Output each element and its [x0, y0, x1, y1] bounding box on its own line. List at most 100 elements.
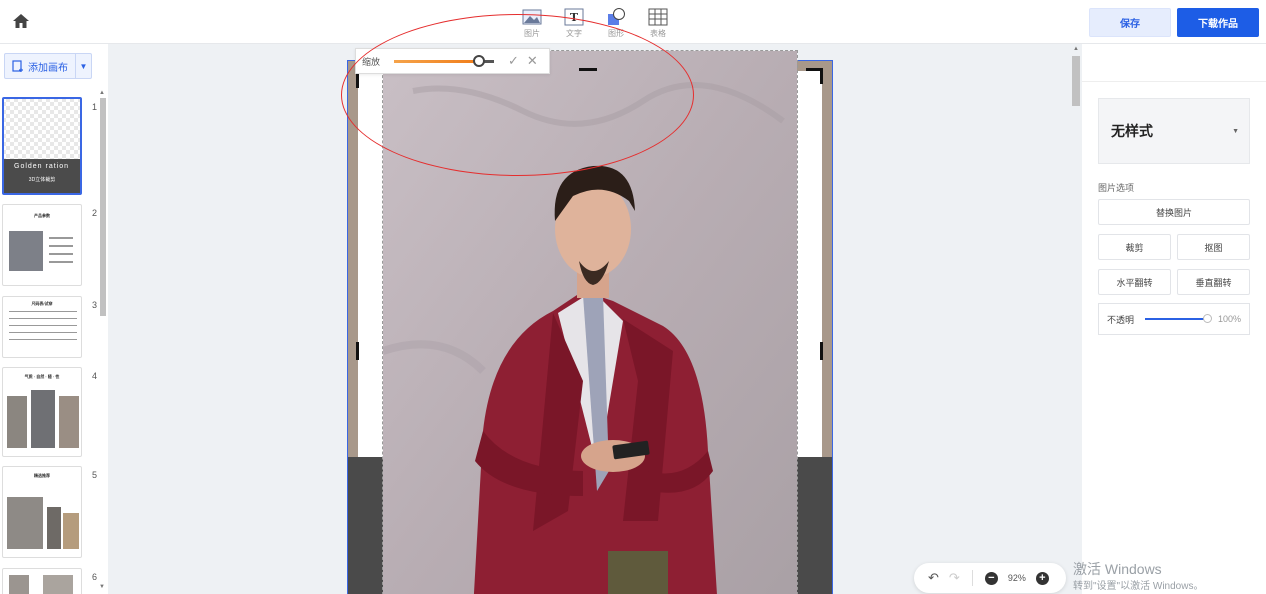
opacity-slider-fill [1145, 318, 1207, 320]
windows-activation-hint: 转到"设置"以激活 Windows。 [1073, 581, 1204, 592]
tool-shape[interactable]: 图形 [602, 8, 630, 39]
thumb-2-image [9, 231, 43, 271]
zoom-popup: 缩放 ✓ ✕ [355, 48, 550, 74]
scroll-up-icon[interactable]: ▲ [1073, 46, 1079, 52]
undo-icon[interactable]: ↶ [928, 570, 939, 586]
scrollbar-thumb[interactable] [100, 98, 106, 316]
thumb-4-image [31, 390, 55, 448]
caret-down-icon: ▼ [1232, 127, 1239, 135]
style-name: 无样式 [1111, 123, 1153, 139]
image-icon [522, 9, 542, 25]
page-num-5: 5 [92, 470, 98, 480]
confirm-icon[interactable]: ✓ [508, 53, 519, 69]
thumb-4-title: 气质 · 自然 · 随 · 性 [24, 374, 60, 379]
resize-handle-top-right[interactable] [820, 68, 823, 84]
thumb-1-subtitle: 3D立体裁剪 [28, 177, 56, 183]
thumb-5-title: 精选推荐 [34, 473, 50, 478]
page-thumb-3[interactable]: 尺码表/试穿 [2, 296, 82, 358]
zoom-slider-knob[interactable] [473, 55, 485, 67]
insert-tools: 图片 T 文字 图形 表格 [518, 8, 672, 39]
thumb-4-image [59, 396, 79, 448]
shape-icon [608, 8, 625, 25]
divider [971, 570, 973, 586]
thumb-5-image [7, 497, 43, 549]
add-canvas-button[interactable]: 添加画布 [5, 54, 75, 78]
page-num-2: 2 [92, 208, 98, 218]
thumb-2-line [49, 253, 73, 255]
opacity-slider[interactable] [1145, 314, 1212, 324]
caret-down-icon: ▼ [79, 61, 88, 71]
resize-handle-right[interactable] [820, 342, 823, 360]
zoom-slider-fill [394, 60, 479, 63]
thumb-2-line [49, 245, 73, 247]
home-icon [13, 14, 29, 28]
page-thumb-1[interactable]: Golden ration 3D立体裁剪 [2, 97, 82, 195]
photo-man-in-red-blazer [383, 51, 797, 594]
scrollbar-thumb[interactable] [1072, 56, 1080, 106]
tool-text-label: 文字 [566, 29, 582, 38]
flip-vertical-button[interactable]: 垂直翻转 [1177, 269, 1250, 295]
text-icon: T [564, 8, 584, 26]
history-zoom-bar: ↶ ↷ − 92% + [914, 563, 1066, 593]
style-selector[interactable]: 无样式 ▼ [1098, 98, 1250, 164]
properties-header [1082, 44, 1266, 82]
image-options-title: 图片选项 [1098, 183, 1135, 193]
add-canvas-label: 添加画布 [28, 62, 68, 74]
opacity-slider-knob[interactable] [1203, 314, 1212, 323]
thumb-6-image [9, 575, 29, 594]
page-thumb-5[interactable]: 精选推荐 [2, 466, 82, 558]
thumb-6-image [43, 575, 73, 594]
page-thumb-4[interactable]: 气质 · 自然 · 随 · 性 [2, 367, 82, 457]
opacity-control: 不透明 100% [1098, 303, 1250, 335]
add-canvas-control: 添加画布 ▼ [4, 53, 92, 79]
tool-shape-label: 图形 [608, 29, 624, 38]
scroll-up-icon[interactable]: ▲ [99, 90, 105, 96]
thumb-2-title: 产品参数 [34, 213, 50, 218]
resize-handle-left[interactable] [356, 342, 359, 360]
tool-image[interactable]: 图片 [518, 8, 546, 39]
home-button[interactable] [10, 10, 32, 32]
table-icon [648, 8, 668, 26]
zoom-in-icon[interactable]: + [1035, 571, 1049, 585]
zoom-level: 92% [1007, 573, 1026, 583]
tool-table-label: 表格 [650, 29, 666, 38]
replace-image-button[interactable]: 替换图片 [1098, 199, 1250, 225]
thumb-3-title: 尺码表/试穿 [31, 301, 53, 306]
properties-panel: 无样式 ▼ 图片选项 替换图片 裁剪 抠图 水平翻转 垂直翻转 不透明 100% [1082, 44, 1266, 594]
canvas-area: 缩放 ✓ ✕ [108, 44, 1082, 594]
opacity-value: 100% [1217, 314, 1241, 324]
thumb-5-image [63, 513, 79, 549]
matting-button[interactable]: 抠图 [1177, 234, 1250, 260]
flip-horizontal-button[interactable]: 水平翻转 [1098, 269, 1171, 295]
download-button[interactable]: 下载作品 [1177, 8, 1259, 37]
save-button[interactable]: 保存 [1089, 8, 1171, 37]
tool-image-label: 图片 [524, 29, 540, 38]
zoom-slider[interactable] [394, 55, 494, 67]
page-list-scrollbar[interactable]: ▲ ▼ [98, 90, 106, 594]
resize-handle-top[interactable] [579, 68, 597, 71]
page-num-4: 4 [92, 371, 98, 381]
selected-photo[interactable] [382, 50, 798, 594]
page-thumb-2[interactable]: 产品参数 [2, 204, 82, 286]
crop-button[interactable]: 裁剪 [1098, 234, 1171, 260]
zoom-out-icon[interactable]: − [984, 571, 998, 585]
thumb-5-image [47, 507, 61, 549]
canvas-scrollbar[interactable]: ▲ [1071, 44, 1081, 594]
add-canvas-dropdown[interactable]: ▼ [75, 54, 91, 78]
add-page-icon [12, 60, 23, 72]
thumb-2-line [49, 237, 73, 239]
top-toolbar: 图片 T 文字 图形 表格 保存 下载作品 [0, 0, 1266, 44]
thumb-1-title: Golden ration [14, 163, 70, 170]
page-thumb-6[interactable] [2, 568, 82, 594]
resize-handle-top-left[interactable] [356, 72, 359, 88]
redo-icon[interactable]: ↷ [949, 570, 960, 586]
page-num-3: 3 [92, 300, 98, 310]
tool-text[interactable]: T 文字 [560, 8, 588, 39]
page-num-6: 6 [92, 572, 98, 582]
tool-table[interactable]: 表格 [644, 8, 672, 39]
page-list-panel: 添加画布 ▼ Golden ration 3D立体裁剪 1 产品参数 2 尺码表… [0, 44, 108, 594]
thumb-4-image [7, 396, 27, 448]
scroll-down-icon[interactable]: ▼ [99, 584, 105, 590]
close-icon[interactable]: ✕ [527, 53, 538, 69]
page-num-1: 1 [92, 102, 98, 112]
